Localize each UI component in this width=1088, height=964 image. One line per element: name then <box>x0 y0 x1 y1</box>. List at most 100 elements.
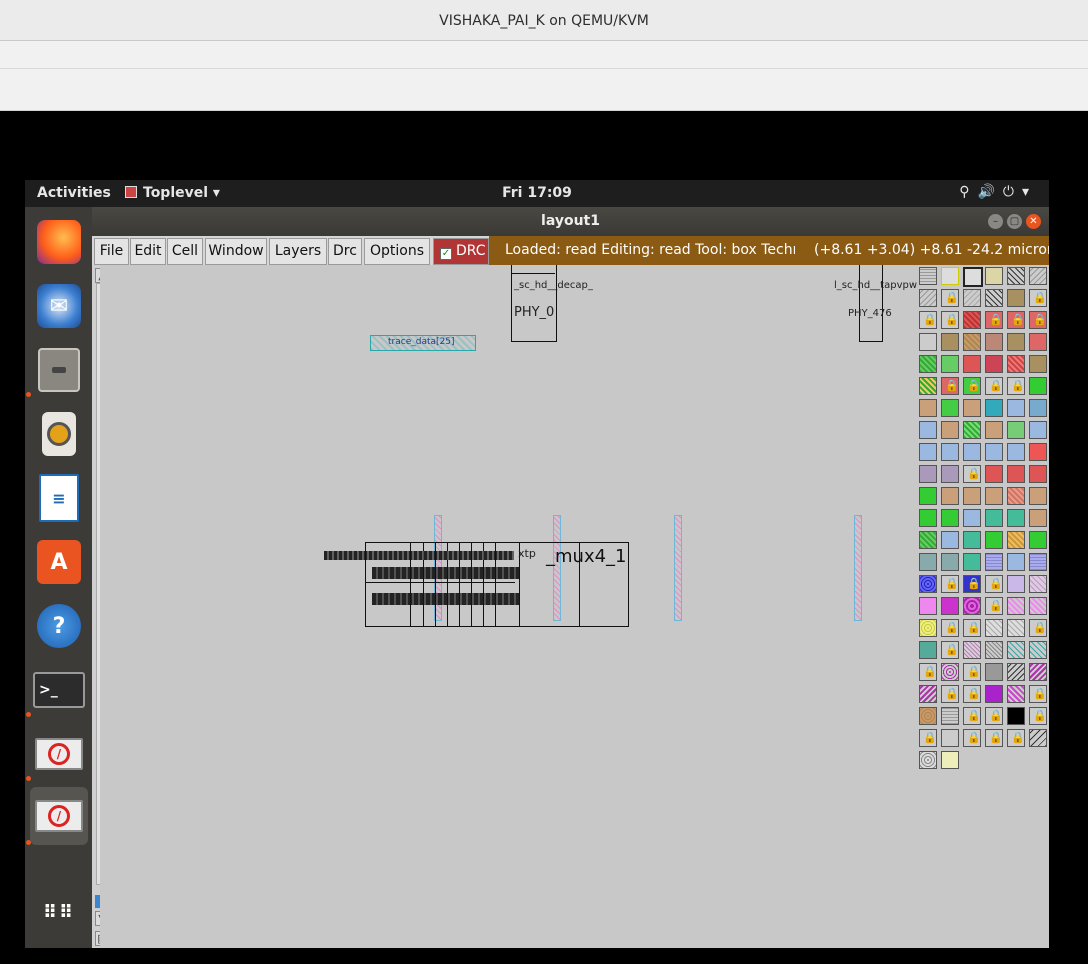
layer-swatch[interactable] <box>1029 531 1047 549</box>
dock-item-firefox[interactable] <box>30 213 88 271</box>
layer-swatch[interactable] <box>1007 597 1025 615</box>
layer-swatch[interactable] <box>941 553 959 571</box>
layer-swatch[interactable] <box>1007 531 1025 549</box>
layer-swatch[interactable]: 🔒 <box>941 641 959 659</box>
decap-cell-box[interactable] <box>511 265 557 342</box>
menu-cell[interactable]: Cell <box>167 238 203 265</box>
layer-swatch[interactable] <box>1007 267 1025 285</box>
layer-swatch[interactable] <box>1007 685 1025 703</box>
layer-swatch[interactable] <box>919 509 937 527</box>
layer-swatch[interactable] <box>985 289 1003 307</box>
maximize-icon[interactable]: ▢ <box>1007 214 1022 229</box>
accessibility-icon[interactable]: ⚲ <box>959 184 977 200</box>
dock-item-writer[interactable]: ≡ <box>30 469 88 527</box>
layer-swatch[interactable] <box>919 575 937 593</box>
volume-icon[interactable]: 🔊 <box>977 184 1002 200</box>
menu-layers[interactable]: Layers <box>269 238 327 265</box>
layer-swatch[interactable]: 🔒 <box>941 289 959 307</box>
layout-canvas[interactable]: _sc_hd__decap_ PHY_0 l_sc_hd__tapvpw PHY… <box>100 265 918 948</box>
layer-swatch[interactable] <box>941 751 959 769</box>
pin-stripe[interactable] <box>674 515 682 621</box>
layer-swatch[interactable] <box>963 355 981 373</box>
layer-swatch[interactable]: 🔒 <box>985 597 1003 615</box>
layer-swatch[interactable] <box>1029 333 1047 351</box>
layer-swatch[interactable] <box>1029 509 1047 527</box>
layer-swatch[interactable] <box>1007 289 1025 307</box>
dock-item-help[interactable]: ? <box>30 597 88 655</box>
layer-swatch[interactable] <box>963 333 981 351</box>
layer-swatch[interactable] <box>919 641 937 659</box>
layer-swatch[interactable] <box>919 289 937 307</box>
layer-swatch[interactable] <box>941 355 959 373</box>
layer-swatch[interactable] <box>963 597 981 615</box>
layer-swatch[interactable] <box>919 377 937 395</box>
layer-swatch[interactable] <box>919 333 937 351</box>
layer-swatch[interactable] <box>919 399 937 417</box>
layer-swatch[interactable] <box>985 619 1003 637</box>
layer-swatch[interactable]: 🔒 <box>985 311 1003 329</box>
dock-item-software[interactable]: A <box>30 533 88 591</box>
layer-swatch[interactable]: 🔒 <box>1029 685 1047 703</box>
show-applications-button[interactable]: ⠿⠿ <box>30 884 88 942</box>
dock-item-files[interactable] <box>30 341 88 399</box>
layer-swatch[interactable] <box>963 531 981 549</box>
dock-item-rhythmbox[interactable] <box>30 405 88 463</box>
layer-swatch[interactable] <box>1029 355 1047 373</box>
layer-swatch[interactable]: 🔒 <box>1007 377 1025 395</box>
dock-item-thunderbird[interactable]: ✉ <box>30 277 88 335</box>
layer-swatch[interactable]: 🔒 <box>941 619 959 637</box>
layer-swatch[interactable] <box>963 399 981 417</box>
layer-swatch[interactable]: 🔒 <box>985 575 1003 593</box>
layer-swatch[interactable] <box>941 333 959 351</box>
layer-swatch[interactable] <box>1029 663 1047 681</box>
menu-file[interactable]: File <box>94 238 129 265</box>
layer-swatch[interactable]: 🔒 <box>963 377 981 395</box>
layer-swatch[interactable] <box>1007 575 1025 593</box>
layer-swatch[interactable]: 🔒 <box>963 575 981 593</box>
layer-swatch[interactable]: 🔒 <box>963 663 981 681</box>
layer-swatch[interactable]: 🔒 <box>941 685 959 703</box>
layer-swatch[interactable] <box>1007 509 1025 527</box>
layer-swatch[interactable] <box>985 421 1003 439</box>
layer-swatch[interactable]: 🔒 <box>941 377 959 395</box>
layer-swatch[interactable] <box>1029 421 1047 439</box>
dock-item-terminal[interactable]: >_ <box>30 661 88 719</box>
power-icon[interactable]: ⏻ <box>1003 184 1022 200</box>
layer-swatch[interactable] <box>963 289 981 307</box>
layer-swatch[interactable] <box>919 443 937 461</box>
layer-swatch[interactable] <box>985 355 1003 373</box>
layer-swatch[interactable] <box>1007 553 1025 571</box>
layer-swatch[interactable] <box>941 443 959 461</box>
layer-swatch[interactable]: 🔒 <box>985 377 1003 395</box>
layer-swatch[interactable]: 🔒 <box>963 729 981 747</box>
layer-swatch[interactable] <box>941 509 959 527</box>
layer-swatch[interactable] <box>919 707 937 725</box>
layer-swatch[interactable] <box>1029 553 1047 571</box>
layer-swatch[interactable]: 🔒 <box>919 729 937 747</box>
layer-swatch[interactable] <box>985 663 1003 681</box>
layer-swatch[interactable]: 🔒 <box>1007 729 1025 747</box>
drc-toggle[interactable]: ✓ DRC <box>433 238 489 265</box>
layer-swatch[interactable] <box>963 553 981 571</box>
layer-swatch[interactable] <box>919 355 937 373</box>
layer-swatch[interactable] <box>941 729 959 747</box>
layer-swatch[interactable] <box>985 685 1003 703</box>
layer-swatch[interactable] <box>941 267 959 285</box>
layer-swatch[interactable] <box>985 443 1003 461</box>
layer-swatch[interactable] <box>1007 443 1025 461</box>
layer-swatch[interactable] <box>1029 465 1047 483</box>
layer-swatch[interactable]: 🔒 <box>941 575 959 593</box>
layer-swatch[interactable] <box>919 531 937 549</box>
chevron-down-icon[interactable]: ▾ <box>1022 184 1037 200</box>
layer-swatch[interactable]: 🔒 <box>919 663 937 681</box>
layer-swatch[interactable] <box>1007 619 1025 637</box>
layer-swatch[interactable] <box>985 267 1003 285</box>
layer-swatch[interactable] <box>1007 663 1025 681</box>
layer-swatch[interactable] <box>985 509 1003 527</box>
layer-swatch[interactable] <box>1029 267 1047 285</box>
layer-swatch[interactable] <box>985 333 1003 351</box>
layer-swatch[interactable] <box>941 487 959 505</box>
layer-swatch[interactable] <box>1007 465 1025 483</box>
layer-swatch[interactable] <box>1029 487 1047 505</box>
layer-swatch[interactable] <box>1007 641 1025 659</box>
